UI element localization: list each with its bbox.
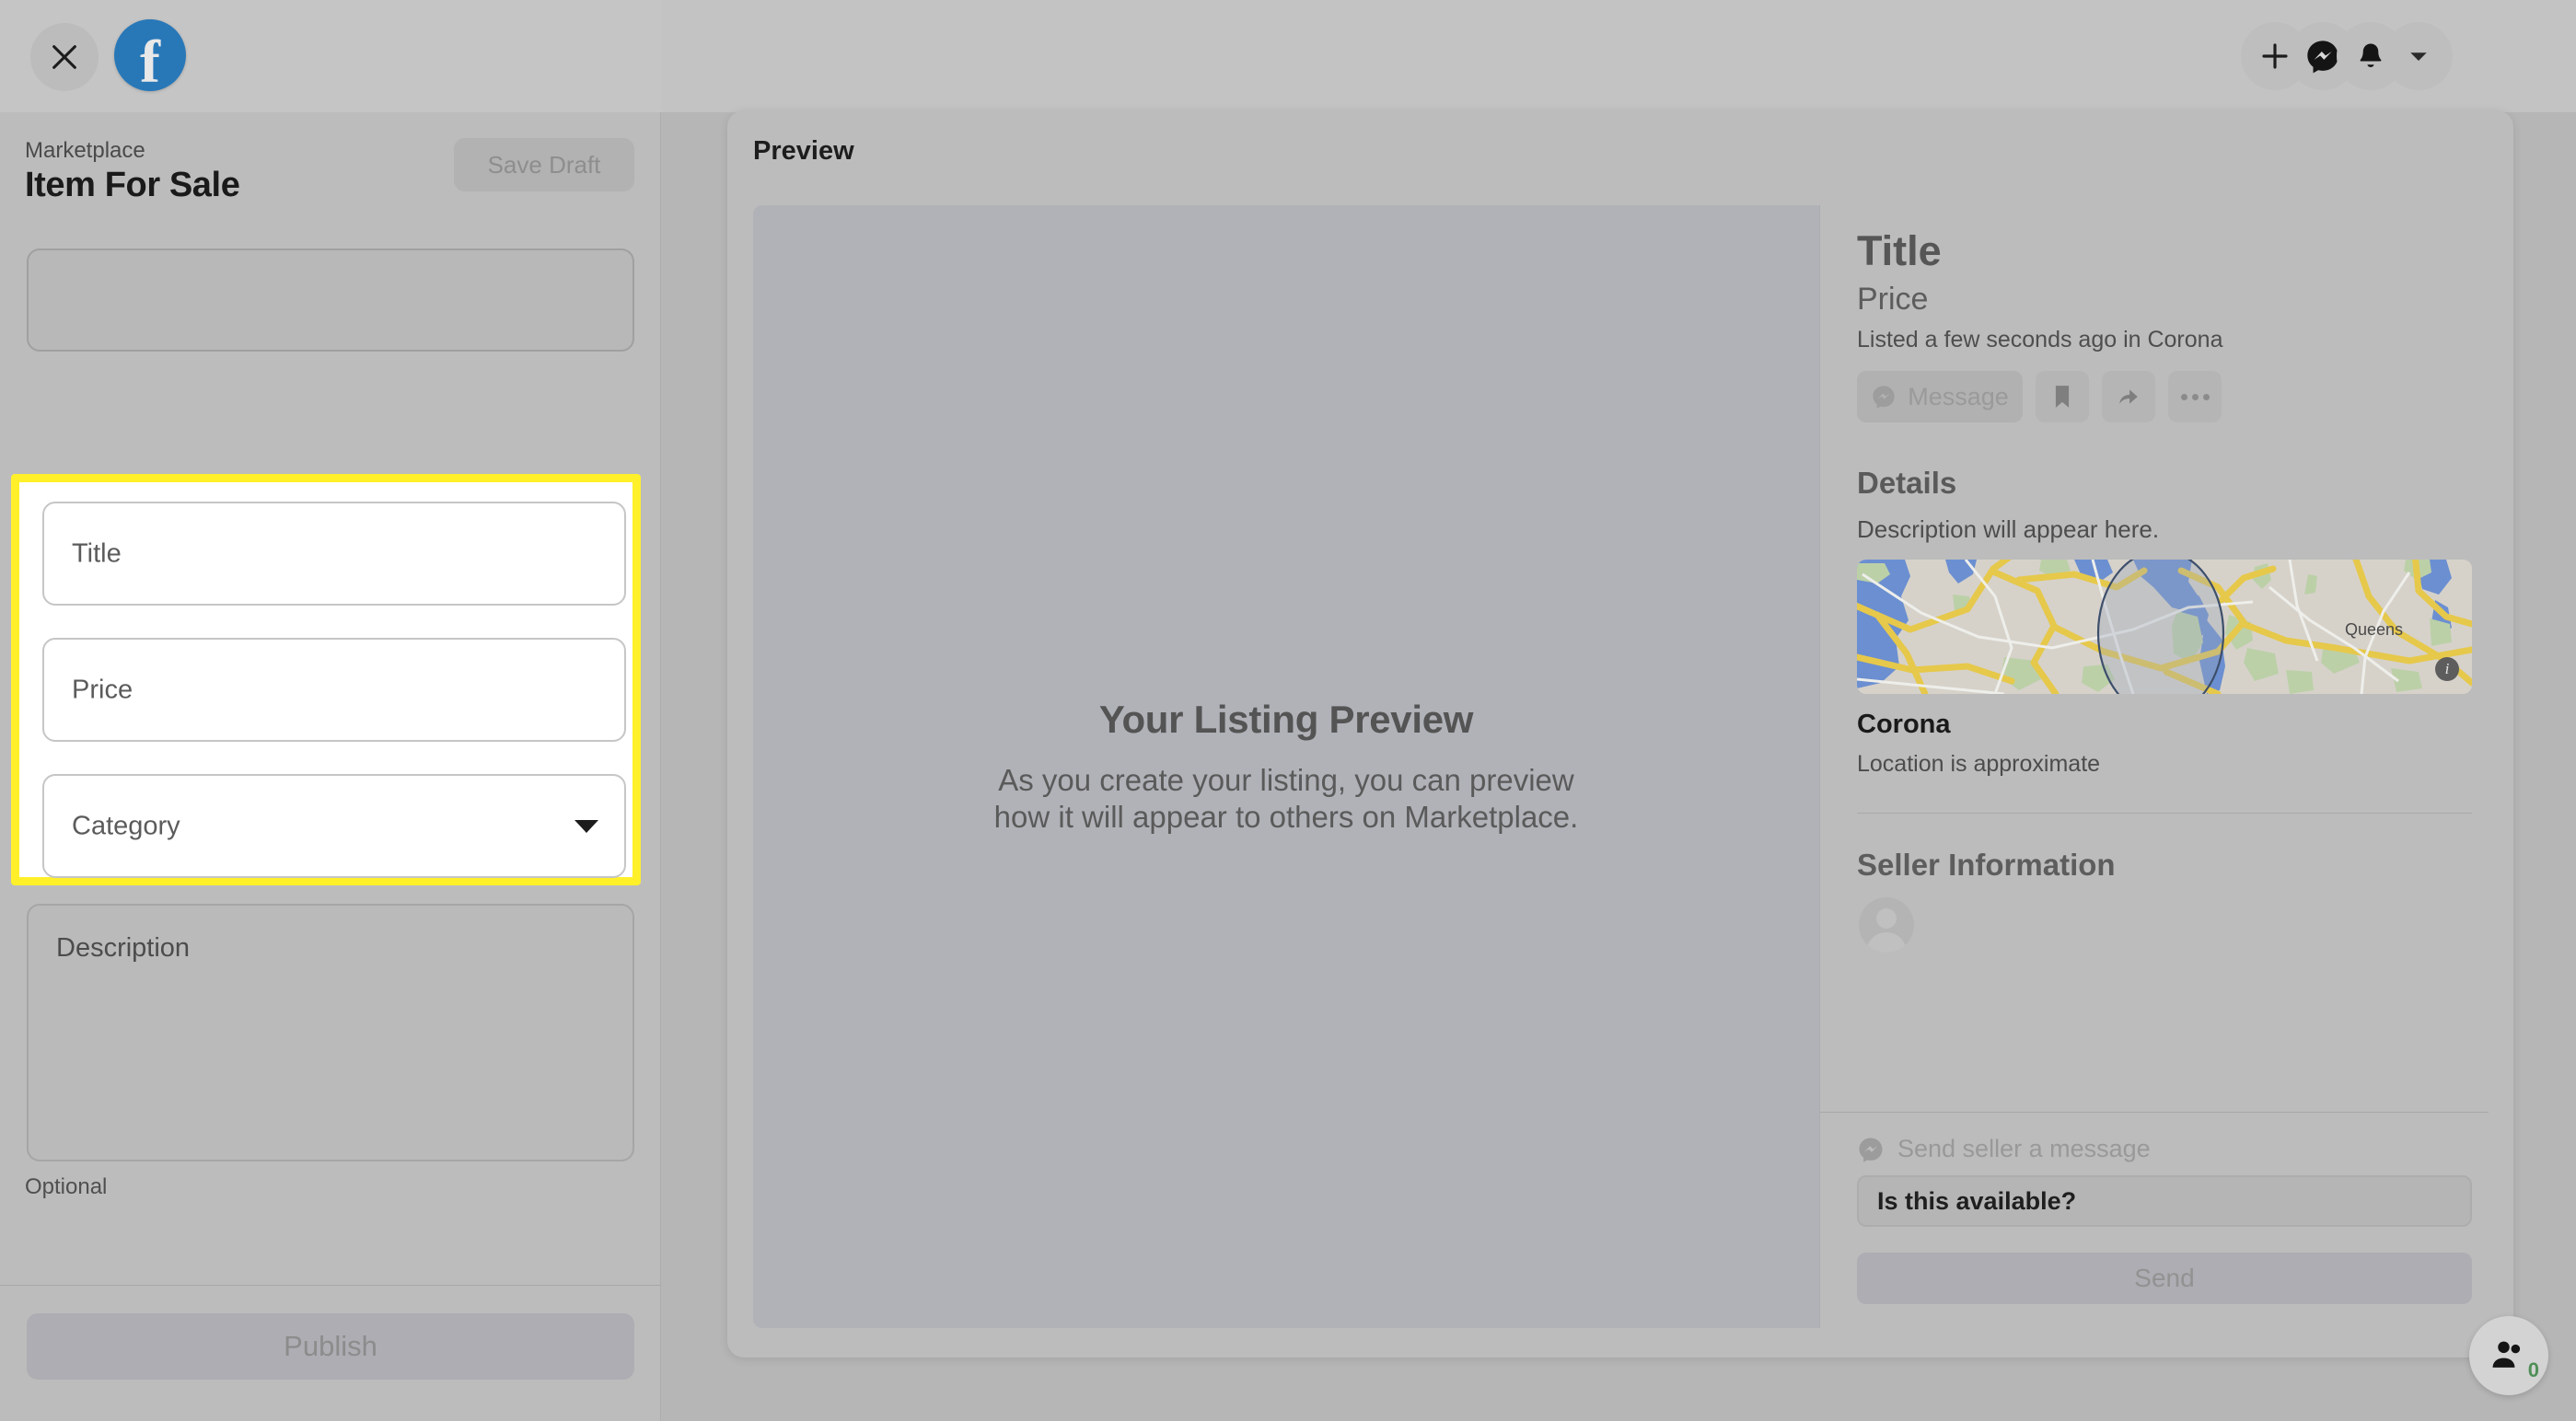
preview-heading: Preview bbox=[753, 136, 854, 166]
page-title: Item For Sale bbox=[25, 166, 240, 204]
details-heading: Details bbox=[1857, 466, 1957, 500]
title-input[interactable]: Title bbox=[42, 502, 626, 606]
share-icon[interactable] bbox=[2102, 371, 2155, 422]
chevron-down-glyph bbox=[2410, 52, 2427, 61]
composer-footer: Publish bbox=[0, 1285, 661, 1421]
preview-body: Your Listing Preview As you create your … bbox=[753, 205, 2489, 1328]
listing-photo-empty-state: Your Listing Preview As you create your … bbox=[753, 698, 1819, 837]
facebook-logo[interactable]: f bbox=[114, 19, 186, 96]
listing-photo-pane: Your Listing Preview As you create your … bbox=[753, 205, 1819, 1328]
preview-empty-subtitle-line1: As you create your listing, you can prev… bbox=[998, 762, 1574, 797]
avatar-body bbox=[1866, 932, 1907, 953]
messenger-icon bbox=[1859, 1138, 1883, 1162]
send-button[interactable]: Send bbox=[1857, 1253, 2472, 1304]
optional-label: Optional bbox=[25, 1174, 108, 1199]
location-name: Corona bbox=[1857, 710, 1951, 739]
seller-avatar bbox=[1859, 897, 1914, 953]
preview-empty-subtitle: As you create your listing, you can prev… bbox=[753, 762, 1819, 837]
listing-price: Price bbox=[1857, 282, 1929, 317]
bell-glyph bbox=[2360, 43, 2382, 67]
section-divider bbox=[1857, 813, 2472, 814]
preview-empty-title: Your Listing Preview bbox=[1098, 697, 1474, 741]
listing-title: Title bbox=[1857, 227, 1942, 274]
messenger-glyph bbox=[2307, 40, 2338, 74]
price-input[interactable]: Price bbox=[42, 638, 626, 742]
breadcrumb: Marketplace bbox=[25, 138, 145, 163]
top-bar-left-section bbox=[0, 0, 661, 112]
message-input-value: Is this available? bbox=[1877, 1186, 2077, 1215]
highlighted-fields-group: Title Price Category bbox=[11, 474, 641, 885]
location-map-graphic: Queens bbox=[1857, 560, 2472, 694]
listing-action-row: Message bbox=[1857, 371, 2222, 422]
bookmark-icon[interactable] bbox=[2036, 371, 2089, 422]
price-input-placeholder: Price bbox=[72, 675, 133, 704]
map-info-icon[interactable]: i bbox=[2435, 657, 2459, 681]
composer-header: Marketplace Item For Sale Save Draft bbox=[0, 112, 661, 223]
facebook-logo-letter: f bbox=[140, 29, 160, 96]
save-draft-button[interactable]: Save Draft bbox=[454, 138, 634, 191]
preview-card: Preview Your Listing Preview As you crea… bbox=[727, 110, 2513, 1357]
map-area-label: Queens bbox=[2345, 620, 2403, 639]
more-options-icon[interactable] bbox=[2168, 371, 2222, 422]
location-map[interactable]: Queens i bbox=[1857, 560, 2472, 694]
more-options-glyph bbox=[2180, 393, 2210, 400]
close-icon[interactable] bbox=[30, 23, 99, 91]
listing-detail-pane: Title Price Listed a few seconds ago in … bbox=[1819, 205, 2489, 1328]
contacts-badge: 0 bbox=[2527, 1358, 2539, 1381]
message-input[interactable]: Is this available? bbox=[1857, 1175, 2472, 1227]
title-input-placeholder: Title bbox=[72, 538, 122, 568]
message-button[interactable]: Message bbox=[1857, 371, 2023, 422]
chevron-down-icon bbox=[574, 819, 598, 833]
listing-composer-panel: Marketplace Item For Sale Save Draft Tit… bbox=[0, 112, 661, 1421]
send-message-panel: Send seller a message Is this available?… bbox=[1820, 1112, 2489, 1328]
description-placeholder: Description bbox=[56, 933, 191, 963]
send-message-prompt: Send seller a message bbox=[1897, 1135, 2151, 1162]
category-select[interactable]: Category bbox=[42, 774, 626, 878]
description-textarea[interactable]: Description bbox=[27, 904, 634, 1161]
page-root: f Marketplace Item For Sale Save Draft T… bbox=[0, 0, 2576, 1421]
seller-information-heading: Seller Information bbox=[1857, 848, 2116, 882]
avatar-head bbox=[1876, 908, 1897, 929]
listing-posted-meta: Listed a few seconds ago in Corona bbox=[1857, 327, 2223, 352]
account-menu-icon[interactable] bbox=[2385, 22, 2453, 90]
contacts-glyph bbox=[2492, 1341, 2521, 1368]
location-note: Location is approximate bbox=[1857, 751, 2101, 777]
preview-empty-subtitle-line2: how it will appear to others on Marketpl… bbox=[993, 800, 1579, 834]
share-glyph bbox=[2119, 389, 2138, 404]
close-glyph bbox=[52, 45, 76, 69]
messenger-icon bbox=[1873, 386, 1895, 409]
send-message-prompt-row: Send seller a message bbox=[1857, 1135, 2151, 1163]
message-button-label: Message bbox=[1908, 382, 2009, 410]
category-select-placeholder: Category bbox=[72, 811, 180, 840]
contacts-icon[interactable]: 0 bbox=[2469, 1316, 2548, 1395]
bookmark-glyph bbox=[2055, 386, 2070, 408]
plus-glyph bbox=[2262, 43, 2288, 69]
top-bar: f bbox=[0, 0, 2576, 112]
description-preview: Description will appear here. bbox=[1857, 515, 2160, 543]
publish-button[interactable]: Publish bbox=[27, 1313, 634, 1380]
photo-upload-box[interactable] bbox=[27, 248, 634, 352]
